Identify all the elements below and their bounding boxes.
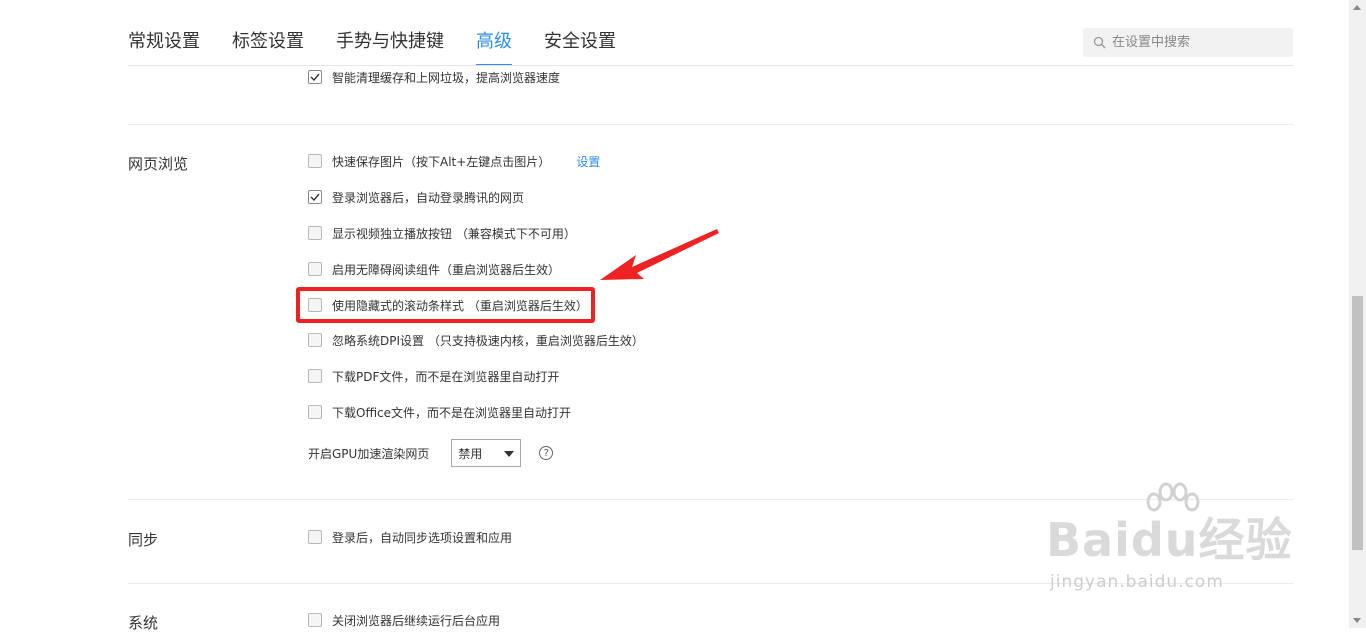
tab-advanced[interactable]: 高级 xyxy=(476,28,512,66)
highlight-box xyxy=(296,287,595,323)
search-icon xyxy=(1093,36,1106,49)
gpu-select-value: 禁用 xyxy=(458,446,483,461)
option-label: 启用无障碍阅读组件（重启浏览器后生效） xyxy=(332,262,561,277)
option-label: 登录浏览器后，自动登录腾讯的网页 xyxy=(332,190,525,205)
checkbox[interactable] xyxy=(308,154,322,168)
option-quick-save-image[interactable]: 快速保存图片（按下Alt+左键点击图片） 设置 xyxy=(308,152,600,170)
checkbox[interactable] xyxy=(308,405,322,419)
option-auto-sync[interactable]: 登录后，自动同步选项设置和应用 xyxy=(308,528,512,546)
tab-general[interactable]: 常规设置 xyxy=(128,28,200,64)
option-label: 快速保存图片（按下Alt+左键点击图片） xyxy=(332,154,551,169)
gpu-select[interactable]: 禁用 xyxy=(451,439,522,467)
vertical-scrollbar[interactable] xyxy=(1349,0,1366,628)
scrollbar-thumb[interactable] xyxy=(1352,296,1363,550)
checkbox[interactable] xyxy=(308,530,322,544)
option-auto-login-tencent[interactable]: 登录浏览器后，自动登录腾讯的网页 xyxy=(308,188,524,206)
option-label: 显示视频独立播放按钮 （兼容模式下不可用） xyxy=(332,226,576,241)
watermark-main-text: Baidu经验 xyxy=(1046,513,1293,567)
option-accessibility-reader[interactable]: 启用无障碍阅读组件（重启浏览器后生效） xyxy=(308,260,560,278)
tab-security[interactable]: 安全设置 xyxy=(544,28,616,64)
option-label: 关闭浏览器后继续运行后台应用 xyxy=(332,613,501,628)
option-background-apps[interactable]: 关闭浏览器后继续运行后台应用 xyxy=(308,611,500,629)
checkmark-icon xyxy=(310,193,320,201)
checkbox[interactable] xyxy=(308,613,322,627)
option-ignore-dpi[interactable]: 忽略系统DPI设置 （只支持极速内核，重启浏览器后生效） xyxy=(308,331,644,349)
option-smart-clean[interactable]: 智能清理缓存和上网垃圾，提高浏览器速度 xyxy=(308,68,560,86)
checkbox[interactable] xyxy=(308,369,322,383)
gpu-label: 开启GPU加速渲染网页 xyxy=(308,446,430,461)
option-label: 忽略系统DPI设置 （只支持极速内核，重启浏览器后生效） xyxy=(332,333,644,348)
scroll-down-icon[interactable] xyxy=(1353,618,1361,623)
checkbox[interactable] xyxy=(308,70,322,84)
search-input[interactable] xyxy=(1110,34,1284,51)
settings-tabs: 常规设置 标签设置 手势与快捷键 高级 安全设置 xyxy=(128,28,648,66)
checkbox[interactable] xyxy=(308,262,322,276)
settings-search[interactable] xyxy=(1083,28,1293,57)
option-download-office[interactable]: 下载Office文件，而不是在浏览器里自动打开 xyxy=(308,403,571,421)
checkbox[interactable] xyxy=(308,226,322,240)
option-label: 下载Office文件，而不是在浏览器里自动打开 xyxy=(332,405,572,420)
option-video-play-button[interactable]: 显示视频独立播放按钮 （兼容模式下不可用） xyxy=(308,224,576,242)
section-title-browsing: 网页浏览 xyxy=(128,155,189,173)
watermark-url: jingyan.baidu.com xyxy=(1050,572,1224,592)
baidu-watermark: Baidu经验 jingyan.baidu.com xyxy=(1046,480,1296,600)
scroll-up-icon[interactable] xyxy=(1353,5,1361,10)
tabs-divider xyxy=(128,65,1294,66)
option-download-pdf[interactable]: 下载PDF文件，而不是在浏览器里自动打开 xyxy=(308,367,559,385)
checkmark-icon xyxy=(310,73,320,81)
checkbox[interactable] xyxy=(308,190,322,204)
section-divider xyxy=(128,124,1294,125)
help-icon[interactable]: ? xyxy=(539,446,554,460)
option-label: 下载PDF文件，而不是在浏览器里自动打开 xyxy=(332,369,560,384)
checkbox[interactable] xyxy=(308,333,322,347)
option-label: 智能清理缓存和上网垃圾，提高浏览器速度 xyxy=(332,70,561,85)
tab-tab-settings[interactable]: 标签设置 xyxy=(232,28,304,64)
section-title-sync: 同步 xyxy=(128,531,159,549)
gpu-acceleration-row: 开启GPU加速渲染网页 禁用 ? xyxy=(308,439,554,467)
option-label: 登录后，自动同步选项设置和应用 xyxy=(332,530,513,545)
chevron-down-icon xyxy=(504,451,515,457)
section-title-system: 系统 xyxy=(128,614,159,632)
tab-gestures-shortcuts[interactable]: 手势与快捷键 xyxy=(336,28,444,64)
arrow-annotation xyxy=(600,229,719,280)
quick-save-settings-link[interactable]: 设置 xyxy=(576,153,600,170)
